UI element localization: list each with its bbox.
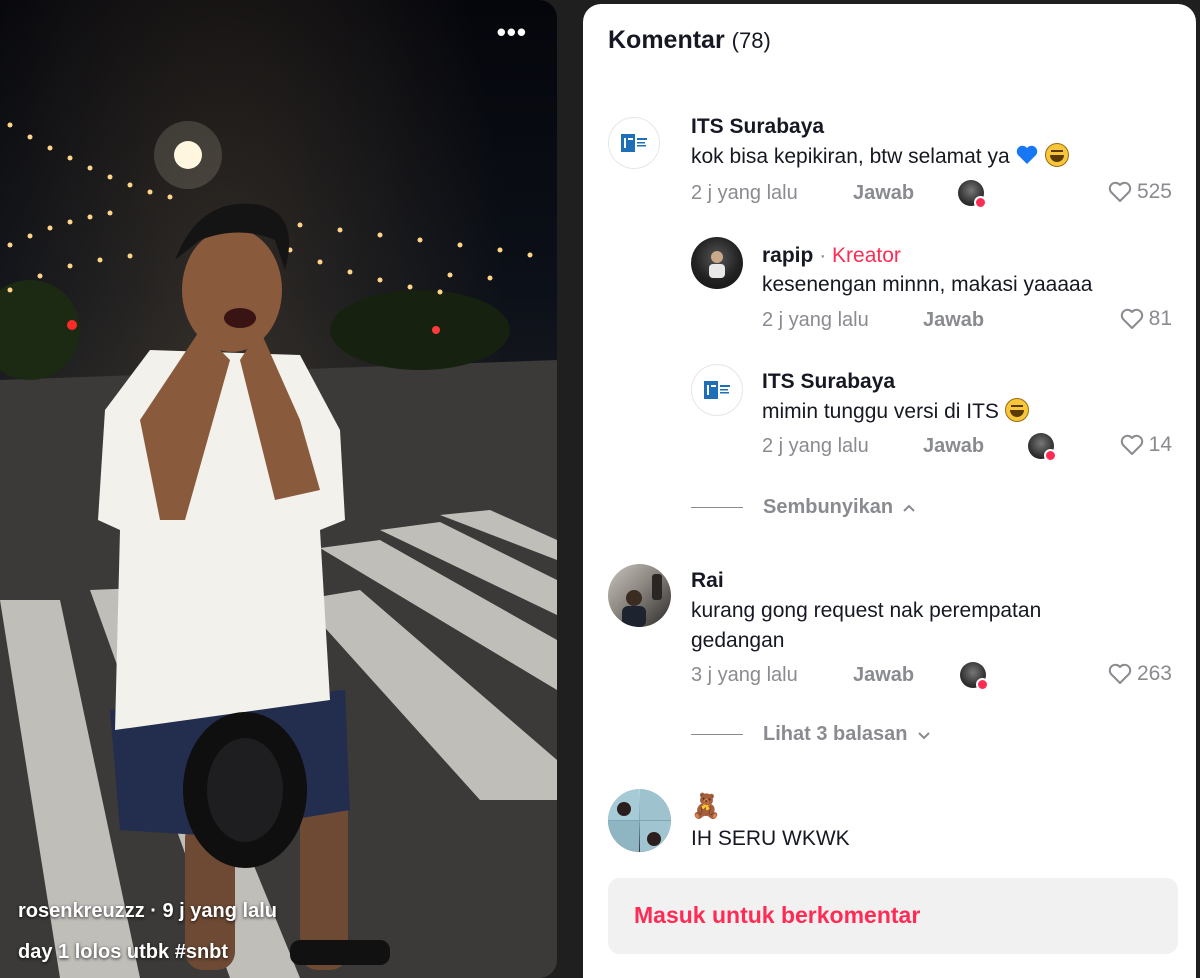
hide-replies-label: Sembunyikan <box>763 496 894 518</box>
avatar[interactable] <box>608 564 671 627</box>
login-to-comment-button[interactable]: Masuk untuk berkomentar <box>608 878 1178 954</box>
comment-author[interactable]: 🧸 <box>691 792 721 821</box>
its-logo-icon <box>704 381 730 399</box>
view-replies-label: Lihat 3 balasan <box>763 723 908 745</box>
blue-heart-emoji-icon <box>1017 145 1038 164</box>
heart-icon <box>1108 181 1132 202</box>
reply-author-name[interactable]: rapip <box>762 244 813 267</box>
comments-title: Komentar (78) <box>608 26 771 55</box>
name-separator: · <box>819 244 827 267</box>
comment-text: kok bisa kepikiran, btw selamat ya <box>691 142 1070 172</box>
comment-time: 2 j yang lalu <box>762 435 869 457</box>
avatar[interactable] <box>691 364 743 416</box>
chevron-down-icon <box>917 731 930 739</box>
view-replies-button[interactable]: Lihat 3 balasan <box>691 723 932 746</box>
comment-text-body: mimin tunggu versi di ITS <box>762 400 999 423</box>
creator-liked-avatar <box>958 180 987 209</box>
comment-text-body: kok bisa kepikiran, btw selamat ya <box>691 145 1010 168</box>
heart-icon <box>1108 663 1132 684</box>
comments-count: (78) <box>731 28 771 53</box>
mini-heart-icon <box>974 196 987 209</box>
user-avatar-image <box>608 789 671 852</box>
reply-button[interactable]: Jawab <box>853 664 914 687</box>
creator-badge: Kreator <box>832 244 901 267</box>
rai-avatar-image <box>622 574 662 627</box>
chevron-up-icon <box>903 504 915 512</box>
video-meta: rosenkreuzzz · 9 j yang lalu <box>18 900 277 923</box>
like-count: 14 <box>1148 433 1172 456</box>
video-frame <box>0 121 557 978</box>
comment-time: 3 j yang lalu <box>691 664 798 686</box>
more-options-icon[interactable]: ••• <box>497 19 527 45</box>
video-player[interactable]: ••• rosenkreuzzz · 9 j yang lalu day 1 l… <box>0 0 557 978</box>
mini-heart-icon <box>1044 449 1057 462</box>
divider-line <box>691 507 743 508</box>
like-count: 81 <box>1148 307 1172 330</box>
avatar[interactable] <box>608 117 660 169</box>
comment-text-continued: gedangan <box>691 629 785 652</box>
video-author[interactable]: rosenkreuzzz <box>18 900 145 922</box>
creator-liked-avatar <box>1028 433 1057 462</box>
comment-text: IH SERU WKWK <box>691 827 850 850</box>
creator-liked-avatar <box>960 662 989 691</box>
comments-title-label: Komentar <box>608 26 725 54</box>
avatar[interactable] <box>691 237 743 289</box>
like-count: 263 <box>1136 662 1172 685</box>
comments-panel: Komentar (78) ITS Surabaya kok bisa kepi… <box>583 4 1196 978</box>
comment-author[interactable]: ITS Surabaya <box>762 370 895 394</box>
heart-icon <box>1120 434 1143 455</box>
its-logo-icon <box>621 134 647 152</box>
video-time: 9 j yang lalu <box>162 900 277 922</box>
comment-time: 2 j yang lalu <box>762 309 869 331</box>
laughing-emoji-icon <box>1004 398 1029 422</box>
reply-button[interactable]: Jawab <box>853 182 914 205</box>
comment-text: kurang gong request nak perempatan <box>691 599 1042 622</box>
divider-line <box>691 734 743 735</box>
laughing-emoji-icon <box>1045 143 1070 167</box>
login-to-comment-label: Masuk untuk berkomentar <box>634 902 921 928</box>
comment-author: rapip · Kreator <box>762 244 901 268</box>
reply-button[interactable]: Jawab <box>923 309 984 332</box>
comment-text: mimin tunggu versi di ITS <box>762 397 1029 427</box>
comment-time: 2 j yang lalu <box>691 182 798 204</box>
hide-replies-button[interactable]: Sembunyikan <box>691 496 917 519</box>
comment-author[interactable]: Rai <box>691 569 724 593</box>
reply-button[interactable]: Jawab <box>923 435 984 458</box>
video-caption: rosenkreuzzz · 9 j yang lalu day 1 lolos… <box>18 900 277 964</box>
meta-separator: · <box>150 900 163 922</box>
comment-author[interactable]: ITS Surabaya <box>691 115 824 139</box>
mini-heart-icon <box>976 678 989 691</box>
like-button[interactable]: 81 <box>1119 307 1172 331</box>
like-button[interactable]: 14 <box>1119 433 1172 457</box>
creator-avatar-image <box>709 251 725 278</box>
like-button[interactable]: 525 <box>1107 180 1172 204</box>
heart-icon <box>1120 308 1143 329</box>
video-description: day 1 lolos utbk #snbt <box>18 941 229 963</box>
comment-text: kesenengan minnn, makasi yaaaaa <box>762 273 1093 296</box>
avatar[interactable] <box>608 789 671 852</box>
like-count: 525 <box>1136 180 1172 203</box>
like-button[interactable]: 263 <box>1107 662 1172 686</box>
